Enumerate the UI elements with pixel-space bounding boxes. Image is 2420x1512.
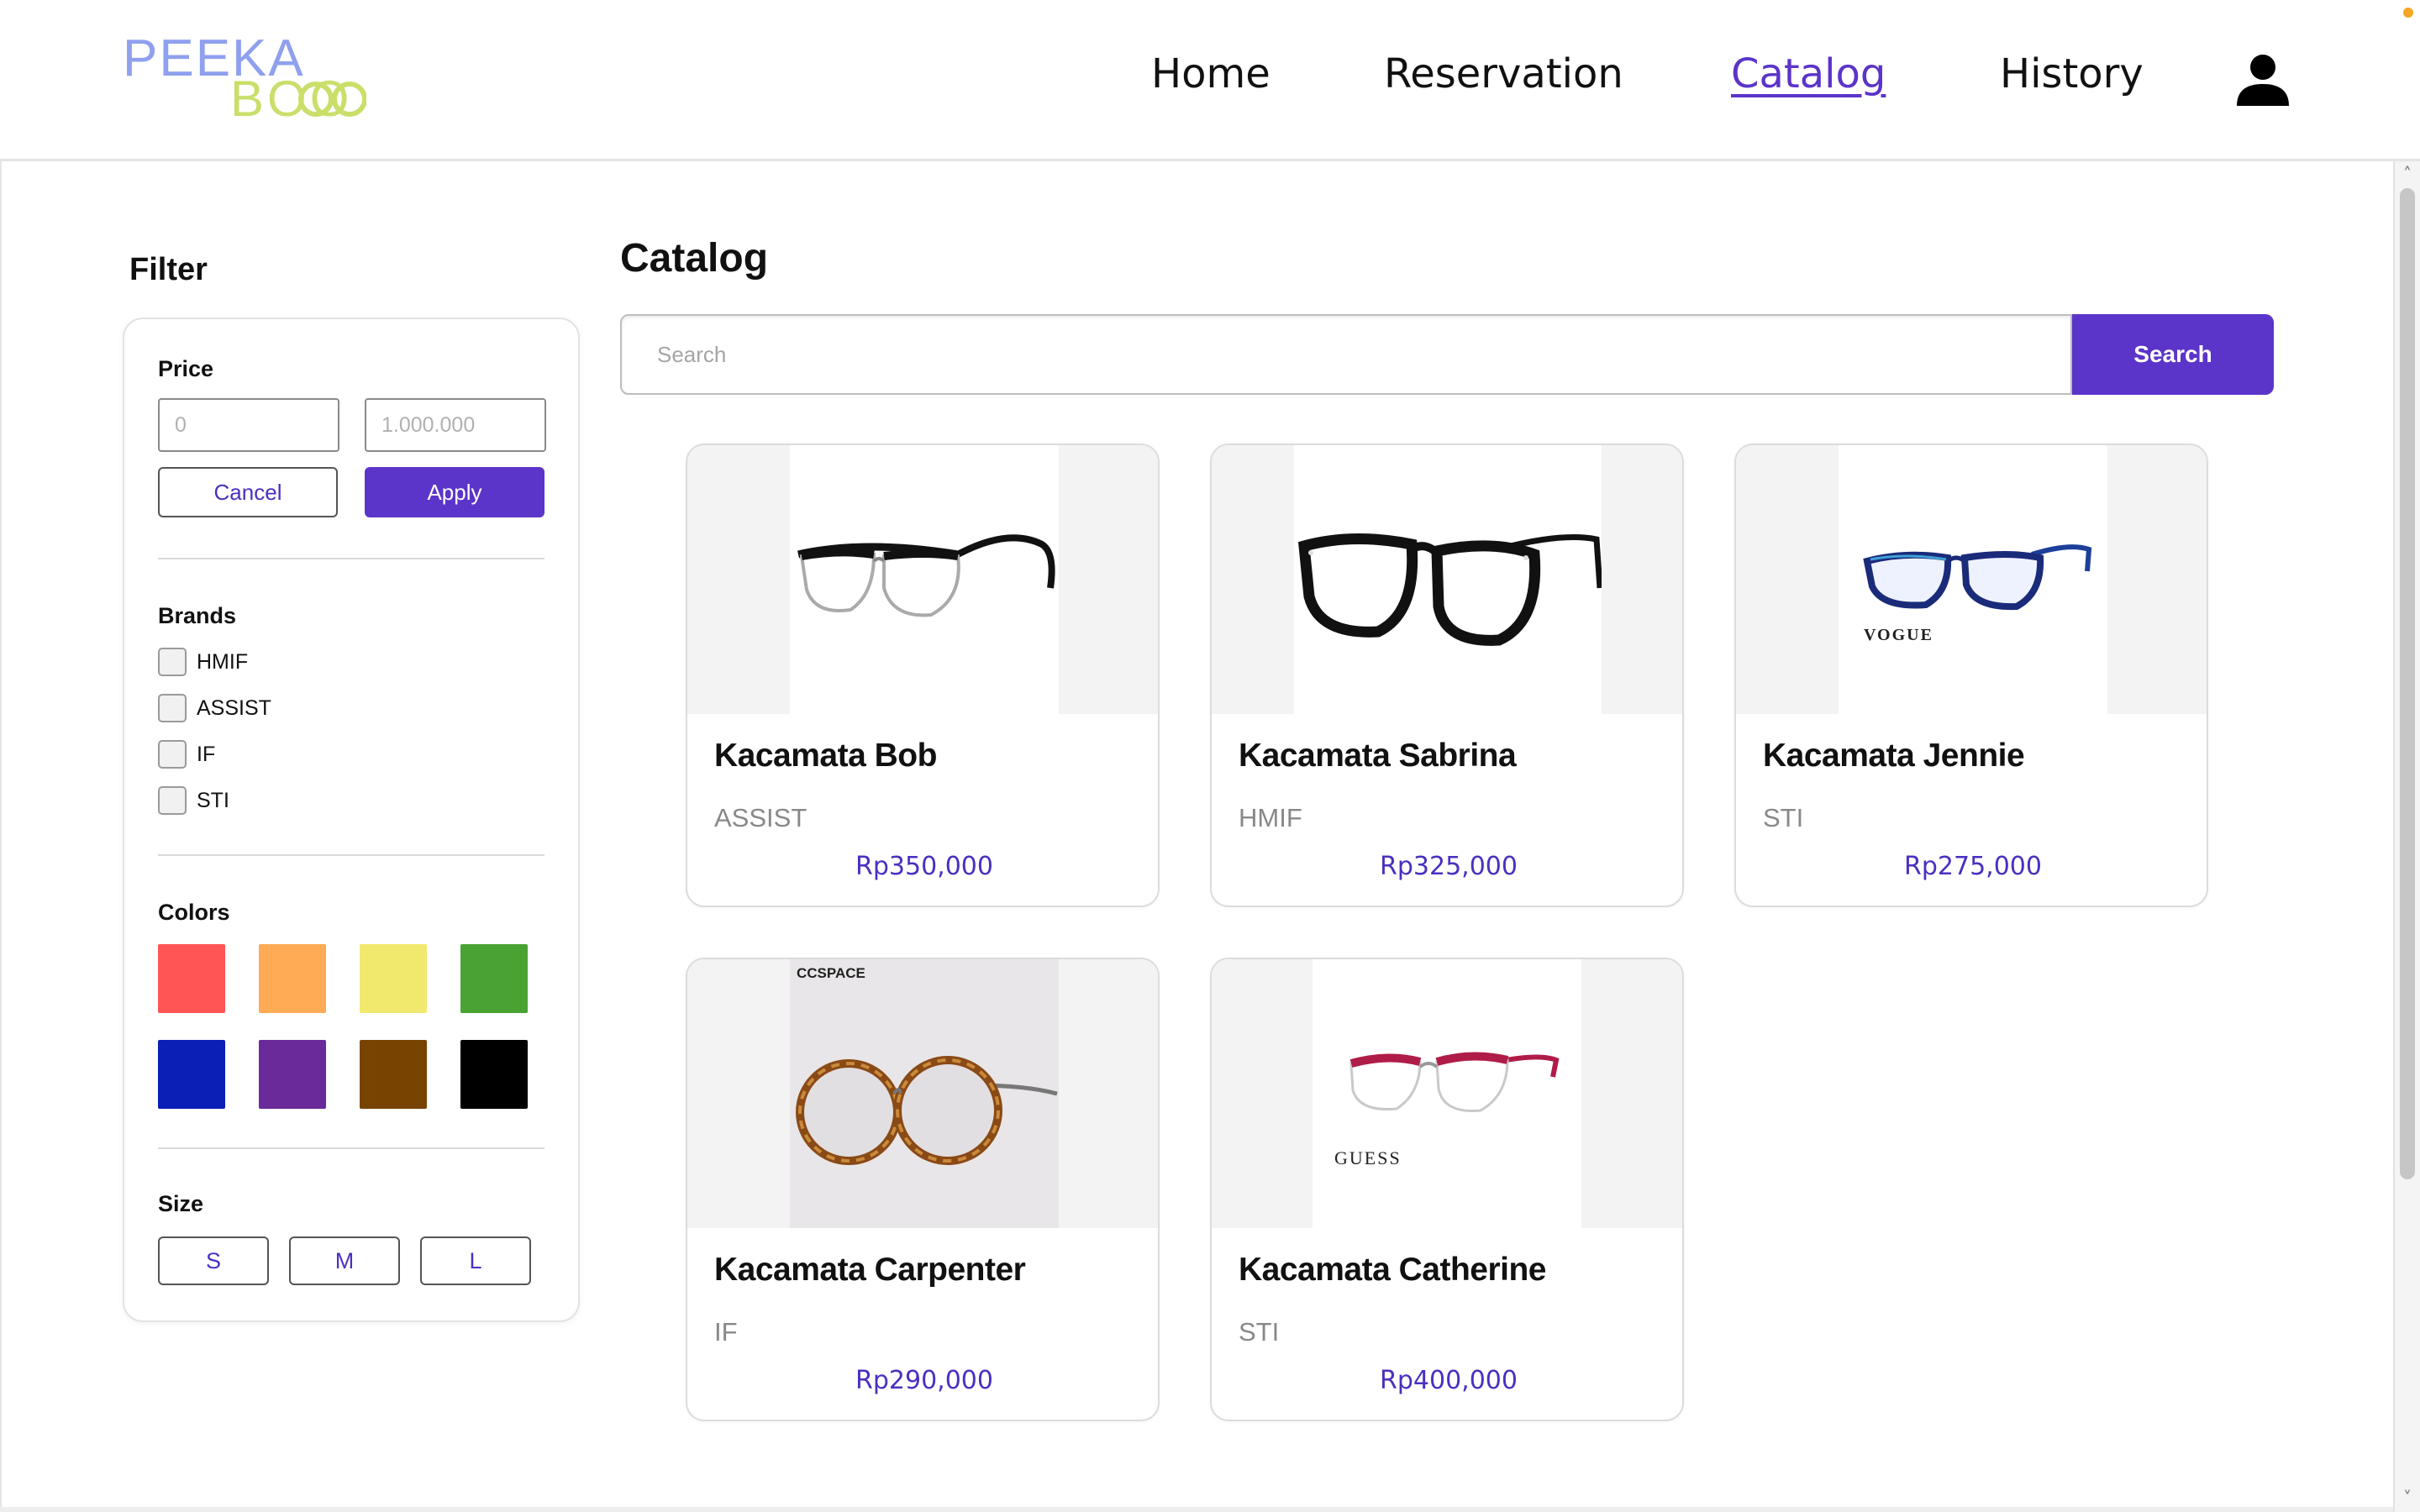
glasses-image: VOGUE bbox=[1839, 445, 2107, 714]
brand-checkbox[interactable] bbox=[158, 648, 187, 676]
nav-reservation[interactable]: Reservation bbox=[1384, 50, 1623, 97]
product-image-area bbox=[1212, 445, 1682, 714]
nav-home[interactable]: Home bbox=[1151, 50, 1270, 97]
color-swatch-yellow[interactable] bbox=[360, 944, 427, 1013]
filter-title: Filter bbox=[129, 252, 208, 287]
search-input[interactable] bbox=[620, 314, 2072, 395]
product-name: Kacamata Sabrina bbox=[1239, 738, 1517, 774]
divider bbox=[158, 854, 544, 856]
product-name: Kacamata Catherine bbox=[1239, 1252, 1547, 1288]
size-label: Size bbox=[158, 1191, 204, 1216]
vertical-scrollbar[interactable]: ˄ ˅ bbox=[2393, 161, 2420, 1512]
product-brand: STI bbox=[1239, 1317, 1280, 1347]
product-name: Kacamata Carpenter bbox=[714, 1252, 1026, 1288]
color-swatch-brown[interactable] bbox=[360, 1040, 427, 1109]
page-title: Catalog bbox=[620, 236, 769, 281]
glasses-image: GUESS bbox=[1313, 959, 1581, 1228]
product-card[interactable]: Kacamata Sabrina HMIF Rp325,000 bbox=[1210, 444, 1684, 907]
user-icon[interactable] bbox=[2235, 52, 2291, 108]
brand-label: ASSIST bbox=[197, 696, 271, 720]
size-button-m[interactable]: M bbox=[289, 1236, 400, 1285]
divider bbox=[158, 1147, 544, 1149]
price-label: Price bbox=[158, 356, 214, 381]
color-swatch-blue[interactable] bbox=[158, 1040, 225, 1109]
page-bottom-border bbox=[0, 1507, 2393, 1512]
product-name: Kacamata Jennie bbox=[1763, 738, 2025, 774]
brand-checkbox[interactable] bbox=[158, 786, 187, 815]
price-max-input[interactable] bbox=[365, 398, 546, 452]
brand-label: HMIF bbox=[197, 649, 249, 674]
size-button-s[interactable]: S bbox=[158, 1236, 269, 1285]
product-price: Rp275,000 bbox=[1904, 852, 2042, 881]
product-brand: IF bbox=[714, 1317, 738, 1347]
size-button-l[interactable]: L bbox=[420, 1236, 531, 1285]
glasses-image: CCSPACE bbox=[790, 959, 1059, 1228]
product-card[interactable]: Kacamata Bob ASSIST Rp350,000 bbox=[686, 444, 1160, 907]
brand-option-assist[interactable]: ASSIST bbox=[158, 693, 271, 723]
brand-label: IF bbox=[197, 742, 216, 766]
page-left-border bbox=[0, 161, 2, 1512]
product-brand: ASSIST bbox=[714, 803, 808, 832]
brands-label: Brands bbox=[158, 603, 237, 628]
product-brand: STI bbox=[1763, 803, 1804, 832]
notification-dot bbox=[2403, 8, 2413, 18]
product-image-area: VOGUE bbox=[1736, 445, 2207, 714]
apply-button[interactable]: Apply bbox=[365, 467, 544, 517]
brand-option-if[interactable]: IF bbox=[158, 739, 215, 769]
divider bbox=[158, 558, 544, 559]
vogue-logo: VOGUE bbox=[1864, 626, 1933, 644]
scroll-down-icon[interactable]: ˅ bbox=[2398, 1488, 2417, 1507]
nav-history[interactable]: History bbox=[2000, 50, 2144, 97]
color-swatch-purple[interactable] bbox=[259, 1040, 326, 1109]
product-price: Rp350,000 bbox=[855, 852, 993, 881]
product-price: Rp325,000 bbox=[1380, 852, 1518, 881]
guess-logo: GUESS bbox=[1334, 1147, 1402, 1168]
peekaboo-logo[interactable]: PEEKA BOO bbox=[123, 32, 366, 124]
top-navbar: PEEKA BOO Home Reservation Catalog Histo… bbox=[0, 0, 2420, 161]
product-price: Rp290,000 bbox=[855, 1366, 993, 1395]
product-image-area: CCSPACE bbox=[687, 959, 1158, 1228]
product-price: Rp400,000 bbox=[1380, 1366, 1518, 1395]
search-button[interactable]: Search bbox=[2072, 314, 2274, 395]
product-card[interactable]: GUESS Kacamata Catherine STI Rp400,000 bbox=[1210, 958, 1684, 1421]
product-name: Kacamata Bob bbox=[714, 738, 937, 774]
color-swatch-red[interactable] bbox=[158, 944, 225, 1013]
colors-label: Colors bbox=[158, 900, 230, 925]
price-min-input[interactable] bbox=[158, 398, 339, 452]
glasses-image bbox=[1294, 445, 1602, 714]
product-card[interactable]: VOGUE Kacamata Jennie STI Rp275,000 bbox=[1734, 444, 2208, 907]
color-swatch-black[interactable] bbox=[460, 1040, 528, 1109]
scroll-up-icon[interactable]: ˄ bbox=[2398, 165, 2417, 183]
cancel-button[interactable]: Cancel bbox=[158, 467, 338, 517]
brand-label: STI bbox=[197, 788, 229, 812]
product-image-area bbox=[687, 445, 1158, 714]
brand-checkbox[interactable] bbox=[158, 740, 187, 769]
nav-catalog[interactable]: Catalog bbox=[1731, 50, 1886, 97]
glasses-image bbox=[790, 445, 1059, 714]
brand-option-hmif[interactable]: HMIF bbox=[158, 647, 248, 677]
brand-option-sti[interactable]: STI bbox=[158, 785, 229, 816]
scroll-thumb[interactable] bbox=[2400, 188, 2415, 1179]
color-swatch-orange[interactable] bbox=[259, 944, 326, 1013]
ccspace-logo: CCSPACE bbox=[797, 965, 865, 981]
product-image-area: GUESS bbox=[1212, 959, 1682, 1228]
product-brand: HMIF bbox=[1239, 803, 1302, 832]
color-swatch-green[interactable] bbox=[460, 944, 528, 1013]
brand-checkbox[interactable] bbox=[158, 694, 187, 722]
product-card[interactable]: CCSPACE Kacamata Carpenter IF Rp290,000 bbox=[686, 958, 1160, 1421]
